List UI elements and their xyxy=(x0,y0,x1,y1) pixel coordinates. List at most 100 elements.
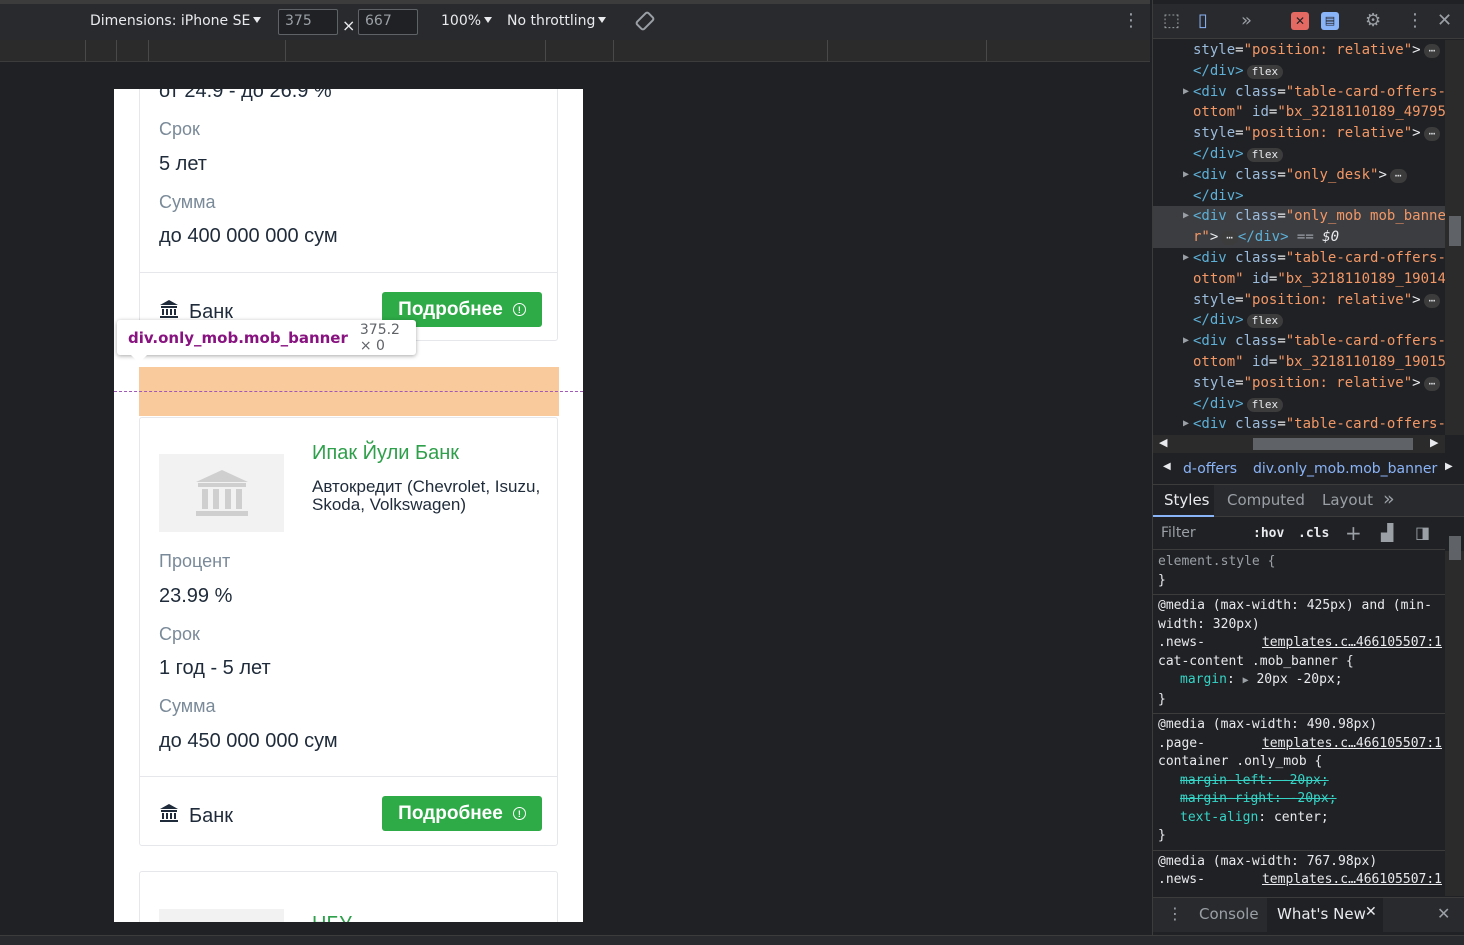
vertical-scrollbar[interactable] xyxy=(1445,40,1464,435)
more-options-icon[interactable]: ⋮ xyxy=(1406,10,1424,31)
dom-line[interactable]: ottom" id="bx_3218110189_49795" xyxy=(1153,102,1445,123)
ruler-segment[interactable] xyxy=(545,40,546,61)
dom-line[interactable]: </div> flex xyxy=(1153,144,1445,165)
bank-name-link[interactable]: Ипак Йули Банк xyxy=(312,442,459,465)
tab-console[interactable]: Console xyxy=(1199,905,1259,923)
drawer-menu-icon[interactable]: ⋮ xyxy=(1167,904,1183,923)
more-options-icon[interactable]: ⋮ xyxy=(1122,10,1140,31)
expand-triangle-icon[interactable]: ▶ xyxy=(1183,414,1189,435)
dom-line[interactable]: ottom" id="bx_3218110189_19015" xyxy=(1153,352,1445,373)
rule-selector[interactable]: element.style { xyxy=(1158,553,1440,572)
dom-line[interactable]: </div> xyxy=(1153,186,1445,207)
rule-selector[interactable]: .news- xyxy=(1158,872,1205,887)
expand-triangle-icon[interactable]: ▶ xyxy=(1243,675,1249,686)
arrow-left-icon[interactable]: ◀ xyxy=(1163,461,1171,472)
height-input[interactable]: 667 xyxy=(358,9,418,35)
rotate-icon[interactable] xyxy=(634,10,656,36)
flex-badge[interactable]: flex xyxy=(1246,314,1284,329)
ellipsis-badge[interactable]: ⋯ xyxy=(1423,127,1441,142)
dom-line[interactable]: style="position: relative"> ⋯ xyxy=(1153,373,1445,394)
flex-badge[interactable]: flex xyxy=(1246,397,1284,412)
tab-computed[interactable]: Computed xyxy=(1227,491,1305,509)
rule-selector[interactable]: .news- xyxy=(1158,635,1205,650)
ellipsis-badge[interactable]: ⋯ xyxy=(1389,168,1407,183)
hov-button[interactable]: :hov xyxy=(1253,526,1284,541)
dom-node[interactable]: ▶ <div class="table-card-offers-b xyxy=(1153,248,1445,269)
ruler-segment[interactable] xyxy=(285,40,286,61)
dom-node[interactable]: ▶ <div class="table-card-offers-b xyxy=(1153,331,1445,352)
css-property[interactable]: text-align xyxy=(1180,810,1258,825)
source-link[interactable]: templates.c…466105507:1 xyxy=(1262,871,1442,890)
scroll-thumb[interactable] xyxy=(1449,216,1461,246)
tab-styles[interactable]: Styles xyxy=(1164,491,1210,509)
ruler-segment[interactable] xyxy=(148,40,149,61)
dom-node[interactable]: ▶ <div class="table-card-offers-b xyxy=(1153,82,1445,103)
breadcrumb-item-current[interactable]: div.only_mob.mob_banner xyxy=(1253,461,1437,477)
expand-triangle-icon[interactable]: ▶ xyxy=(1183,331,1189,352)
device-dimensions-select[interactable]: Dimensions: iPhone SE xyxy=(90,13,262,29)
dom-line[interactable]: style="position: relative"> ⋯ xyxy=(1153,290,1445,311)
more-tabs-icon[interactable]: » xyxy=(1383,488,1395,510)
flex-badge[interactable]: flex xyxy=(1246,64,1284,79)
tab-layout[interactable]: Layout xyxy=(1322,491,1373,509)
error-icon[interactable]: ✕ xyxy=(1291,12,1309,30)
ellipsis-badge[interactable]: ⋯ xyxy=(1423,293,1441,308)
throttling-select[interactable]: No throttling xyxy=(507,13,607,29)
css-declaration-overridden[interactable]: margin-left: -20px; xyxy=(1158,772,1440,791)
dom-line[interactable]: style="position: relative"> ⋯ xyxy=(1153,123,1445,144)
styles-scrollbar[interactable] xyxy=(1445,536,1464,896)
device-toggle-icon[interactable]: ▯ xyxy=(1198,10,1208,31)
expand-triangle-icon[interactable]: ▶ xyxy=(1183,248,1189,269)
ruler-segment[interactable] xyxy=(986,40,987,61)
ellipsis-badge[interactable]: ⋯ xyxy=(1423,44,1441,58)
arrow-left-icon[interactable]: ◀ xyxy=(1159,436,1167,449)
css-property[interactable]: margin xyxy=(1180,672,1227,687)
close-icon[interactable]: ✕ xyxy=(1437,10,1452,31)
css-value[interactable]: 20px -20px; xyxy=(1256,672,1342,687)
expand-triangle-icon[interactable]: ▶ xyxy=(1183,206,1189,227)
ruler-segment[interactable] xyxy=(827,40,828,61)
ruler-segment[interactable] xyxy=(613,40,614,61)
scroll-thumb[interactable] xyxy=(1253,438,1413,450)
filter-input[interactable]: Filter xyxy=(1161,525,1196,541)
source-link[interactable]: templates.c…466105507:1 xyxy=(1262,735,1442,754)
inspect-icon[interactable]: ⬚ xyxy=(1163,10,1180,31)
dom-node[interactable]: ▶ <div class="table-card-offers-b xyxy=(1153,414,1445,435)
dom-line[interactable]: </div> flex xyxy=(1153,394,1445,415)
ruler-segment[interactable] xyxy=(85,40,86,61)
scroll-thumb[interactable] xyxy=(1449,536,1461,560)
arrow-right-icon[interactable]: ▶ xyxy=(1445,461,1453,472)
close-drawer-icon[interactable]: ✕ xyxy=(1437,904,1450,923)
css-value[interactable]: center; xyxy=(1274,810,1329,825)
dom-line[interactable]: r"> ⋯ </div> == $0 xyxy=(1153,227,1445,248)
more-tabs-icon[interactable]: » xyxy=(1241,10,1252,31)
horizontal-scrollbar[interactable]: ◀ ▶ xyxy=(1153,435,1445,453)
tab-whats-new[interactable]: What's New ✕ xyxy=(1267,898,1383,932)
width-input[interactable]: 375 xyxy=(278,9,338,35)
zoom-select[interactable]: 100% xyxy=(441,13,493,29)
sidebar-toggle-icon[interactable]: ◨ xyxy=(1415,523,1430,542)
rule-selector[interactable]: cat-content .mob_banner { xyxy=(1158,653,1440,672)
paint-icon[interactable]: ▟ xyxy=(1381,523,1393,542)
arrow-right-icon[interactable]: ▶ xyxy=(1430,436,1438,449)
css-declaration-overridden[interactable]: margin-right: -20px; xyxy=(1158,790,1440,809)
rule-selector[interactable]: container .only_mob { xyxy=(1158,753,1440,772)
add-rule-icon[interactable]: + xyxy=(1345,521,1362,545)
dom-node[interactable]: ▶ <div class="only_desk"> ⋯ xyxy=(1153,165,1445,186)
breadcrumb-item[interactable]: d-offers xyxy=(1183,461,1237,477)
dom-line[interactable]: ottom" id="bx_3218110189_19014" xyxy=(1153,269,1445,290)
source-link[interactable]: templates.c…466105507:1 xyxy=(1262,634,1442,653)
ruler-segment[interactable] xyxy=(116,40,117,61)
dom-line[interactable]: </div> flex xyxy=(1153,61,1445,82)
bank-name-link[interactable]: НБУ xyxy=(312,913,352,922)
expand-triangle-icon[interactable]: ▶ xyxy=(1183,82,1189,103)
details-button[interactable]: Подробнее! xyxy=(382,796,542,831)
gear-icon[interactable]: ⚙ xyxy=(1365,10,1381,31)
message-icon[interactable]: ▤ xyxy=(1321,12,1339,30)
expand-triangle-icon[interactable]: ▶ xyxy=(1183,165,1189,186)
close-icon[interactable]: ✕ xyxy=(1365,904,1377,920)
ellipsis-badge[interactable]: ⋯ xyxy=(1221,231,1238,246)
flex-badge[interactable]: flex xyxy=(1246,147,1284,162)
dom-line[interactable]: </div> flex xyxy=(1153,310,1445,331)
dom-line[interactable]: style="position: relative"> ⋯ xyxy=(1153,40,1445,61)
